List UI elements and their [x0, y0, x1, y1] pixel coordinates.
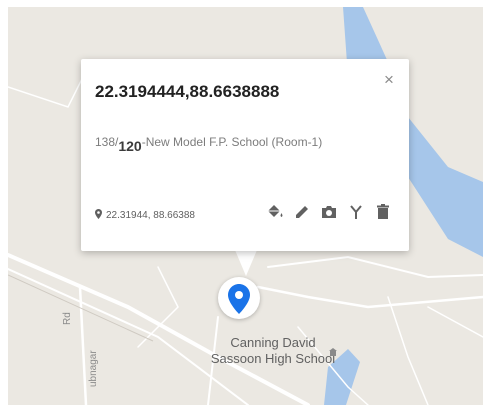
- photo-button[interactable]: [319, 202, 339, 222]
- camera-icon: [322, 206, 336, 218]
- location-description: 138/120-New Model F.P. School (Room-1): [95, 133, 323, 154]
- road-east-2: [267, 255, 483, 279]
- popup-tail: [235, 250, 257, 276]
- coordinates-text: 22.31944, 88.66388: [106, 210, 195, 221]
- close-icon[interactable]: ×: [384, 71, 394, 88]
- poi-label-line2: Sassoon High School: [210, 351, 336, 366]
- description-subscript: 120: [118, 138, 142, 154]
- road-label-ubnagar: ubnagar: [88, 350, 99, 387]
- road-grid-4: [137, 266, 179, 348]
- map-screenshot: Rd ubnagar Canning David Sassoon High Sc…: [0, 0, 485, 407]
- road-east: [256, 285, 483, 309]
- edit-button[interactable]: [292, 202, 312, 222]
- road-grid-2: [387, 296, 429, 405]
- road-label-rd: Rd: [62, 312, 73, 325]
- road-grid-3: [427, 306, 483, 338]
- delete-button[interactable]: [373, 202, 393, 222]
- route-icon: [350, 205, 362, 219]
- location-marker[interactable]: [218, 277, 260, 319]
- popup-title: 22.3194444,88.6638888: [95, 82, 280, 101]
- directions-button[interactable]: [346, 202, 366, 222]
- poi-label-line1: Canning David: [230, 335, 316, 350]
- road-north-left: [8, 66, 89, 108]
- location-pin-icon: [95, 209, 102, 219]
- poi-label[interactable]: Canning David Sassoon High School: [203, 335, 343, 367]
- coordinates-row: 22.31944, 88.66388: [95, 209, 195, 221]
- pencil-icon: [296, 206, 308, 218]
- map-canvas[interactable]: Rd ubnagar Canning David Sassoon High Sc…: [8, 7, 483, 405]
- road-main: [8, 253, 310, 405]
- paint-bucket-icon: [267, 205, 283, 217]
- style-button[interactable]: [265, 202, 285, 222]
- trash-icon: [377, 204, 389, 219]
- info-popup: 22.3194444,88.6638888 × 138/120-New Mode…: [81, 59, 409, 251]
- description-prefix: 138/: [95, 135, 119, 149]
- description-suffix: -New Model F.P. School (Room-1): [141, 135, 323, 149]
- map-pin-icon: [228, 284, 250, 314]
- school-icon[interactable]: [328, 347, 338, 357]
